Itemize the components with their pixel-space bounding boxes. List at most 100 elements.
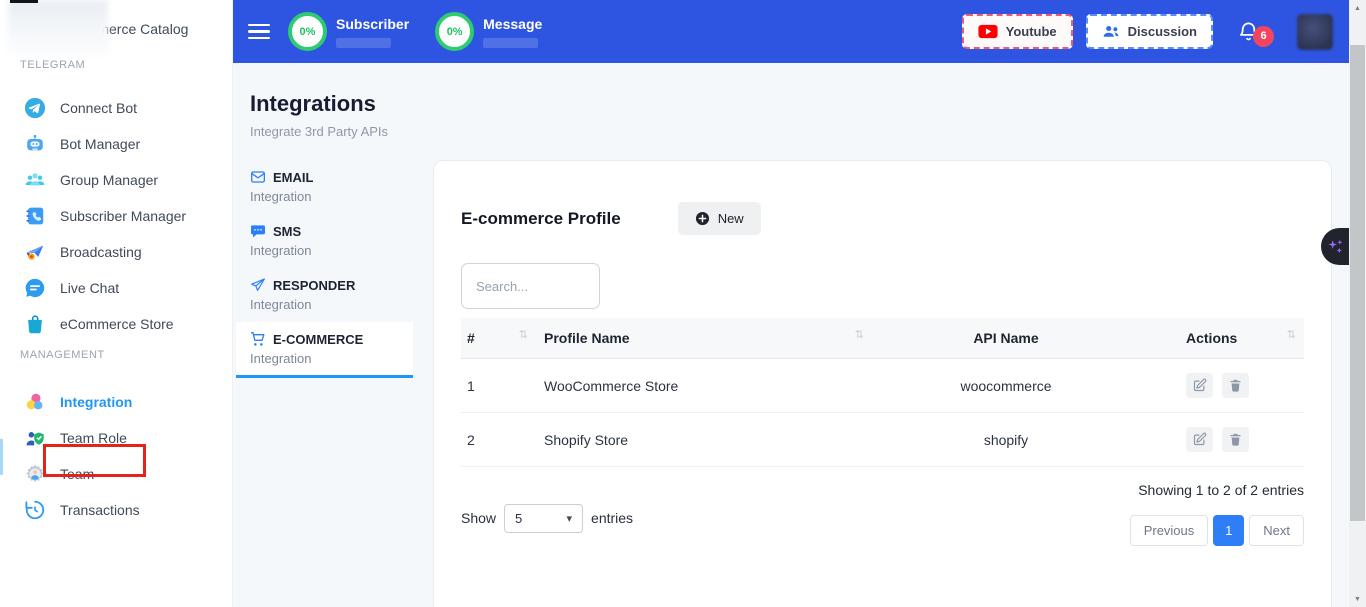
delete-button[interactable] [1222,373,1249,398]
shopping-bag-icon [24,313,46,335]
scroll-up-arrow-icon[interactable]: ▲ [1349,0,1366,16]
subnav-subtitle-text: Integration [250,297,399,312]
sidebar-item-label: eCommerce Store [60,316,174,332]
header-api-name[interactable]: API Name [872,318,1140,359]
cell-api-name: shopify [872,413,1140,467]
scroll-down-arrow-icon[interactable]: ▼ [1349,591,1366,607]
cell-profile-name: Shopify Store [536,413,872,467]
sidebar: eCommerce Catalog TELEGRAM Connect Bot B… [0,0,233,607]
sidebar-item-label: Group Manager [60,172,158,188]
discussion-button[interactable]: Discussion [1086,14,1213,49]
table-row: 2 Shopify Store shopify [461,413,1304,467]
showing-entries-text: Showing 1 to 2 of 2 entries [1138,482,1304,498]
header-profile-name[interactable]: Profile Name⇅ [536,318,872,359]
sidebar-item-subscriber-manager[interactable]: Subscriber Manager [0,198,232,234]
chevron-down-icon: ▾ [567,512,573,525]
entries-label: entries [591,510,633,526]
pagination: Previous 1 Next [1130,515,1304,546]
subscriber-redacted-value [336,38,391,48]
chat-bubble-icon [24,277,46,299]
edit-icon [1192,378,1207,393]
message-stat: 0% Message [435,12,542,51]
sidebar-item-transactions[interactable]: Transactions [0,492,232,528]
page-title: Integrations [250,91,388,117]
sidebar-item-broadcasting[interactable]: Broadcasting [0,234,232,270]
subnav-subtitle-text: Integration [250,189,399,204]
sort-icon: ⇅ [855,328,864,341]
new-profile-button[interactable]: New [678,202,761,235]
subnav-title-text: RESPONDER [273,278,355,293]
subnav-item-ecommerce[interactable]: E-COMMERCE Integration [236,322,413,378]
page-size-select[interactable]: 5 ▾ [504,504,583,533]
subscriber-progress-ring: 0% [288,12,327,51]
edit-icon [1192,432,1207,447]
scrollbar-thumb[interactable] [1350,45,1365,521]
notification-count-badge: 6 [1253,26,1274,47]
page-header: Integrations Integrate 3rd Party APIs [250,91,388,139]
sidebar-item-connect-bot[interactable]: Connect Bot [0,90,232,126]
header-actions[interactable]: Actions⇅ [1140,318,1304,359]
subnav-title-text: EMAIL [273,170,313,185]
robot-icon [24,133,46,155]
logo-fragment [10,0,38,3]
page-size-control: Show 5 ▾ entries [461,490,633,546]
next-page-button[interactable]: Next [1249,515,1304,546]
subscriber-percent: 0% [300,26,316,38]
sidebar-item-label: Bot Manager [60,136,140,152]
header-num[interactable]: #⇅ [461,318,536,359]
subnav-item-email[interactable]: EMAIL Integration [236,160,413,213]
message-label: Message [483,16,542,32]
message-percent: 0% [447,26,463,38]
cell-num: 2 [461,413,536,467]
delete-button[interactable] [1222,427,1249,452]
envelope-icon [250,169,266,185]
contact-book-icon [24,205,46,227]
avatar[interactable] [1297,14,1333,50]
subscriber-label: Subscriber [336,16,409,32]
edit-button[interactable] [1186,373,1213,398]
message-stat-text: Message [483,12,542,48]
show-label: Show [461,510,496,526]
subnav-subtitle-text: Integration [250,243,399,258]
active-item-indicator [0,439,3,475]
cell-num: 1 [461,359,536,413]
sidebar-item-live-chat[interactable]: Live Chat [0,270,232,306]
card-title: E-commerce Profile [461,209,621,229]
sort-icon: ⇅ [519,328,528,341]
users-icon [1102,24,1120,39]
subnav-item-responder[interactable]: RESPONDER Integration [236,268,413,321]
message-progress-ring: 0% [435,12,474,51]
table-row: 1 WooCommerce Store woocommerce [461,359,1304,413]
subnav-item-sms[interactable]: SMS Integration [236,214,413,267]
sidebar-item-bot-manager[interactable]: Bot Manager [0,126,232,162]
sidebar-item-ecommerce-store[interactable]: eCommerce Store [0,306,232,342]
current-page-button[interactable]: 1 [1213,515,1244,546]
subscriber-stat: 0% Subscriber [288,12,409,51]
previous-page-button[interactable]: Previous [1130,515,1209,546]
paper-plane-icon [250,277,266,293]
sort-icon: ⇅ [1287,328,1296,341]
telegram-plane-icon [24,97,46,119]
cell-api-name: woocommerce [872,359,1140,413]
topbar: 0% Subscriber 0% Message Youtube Discuss… [233,0,1349,63]
search-input[interactable] [461,263,600,309]
sidebar-item-label: Transactions [60,502,140,518]
color-circles-icon [24,391,46,413]
cell-actions [1140,359,1304,413]
clock-history-icon [24,499,46,521]
sms-bubble-icon [250,223,266,239]
edit-button[interactable] [1186,427,1213,452]
sidebar-item-group-manager[interactable]: Group Manager [0,162,232,198]
table-footer: Show 5 ▾ entries Showing 1 to 2 of 2 ent… [461,482,1304,546]
discussion-button-label: Discussion [1128,24,1197,39]
youtube-icon [978,24,998,39]
sidebar-item-integration[interactable]: Integration [0,384,232,420]
sidebar-item-label: Integration [60,394,132,410]
youtube-button[interactable]: Youtube [962,14,1073,49]
notifications-button[interactable]: 6 [1237,20,1261,44]
hamburger-menu-icon[interactable] [248,20,270,44]
ecommerce-profile-card: E-commerce Profile New #⇅ Profile Name⇅ [433,160,1332,607]
page-subtitle: Integrate 3rd Party APIs [250,124,388,139]
sidebar-item-label: Subscriber Manager [60,208,186,224]
table-header-row: #⇅ Profile Name⇅ API Name Actions⇅ [461,318,1304,359]
